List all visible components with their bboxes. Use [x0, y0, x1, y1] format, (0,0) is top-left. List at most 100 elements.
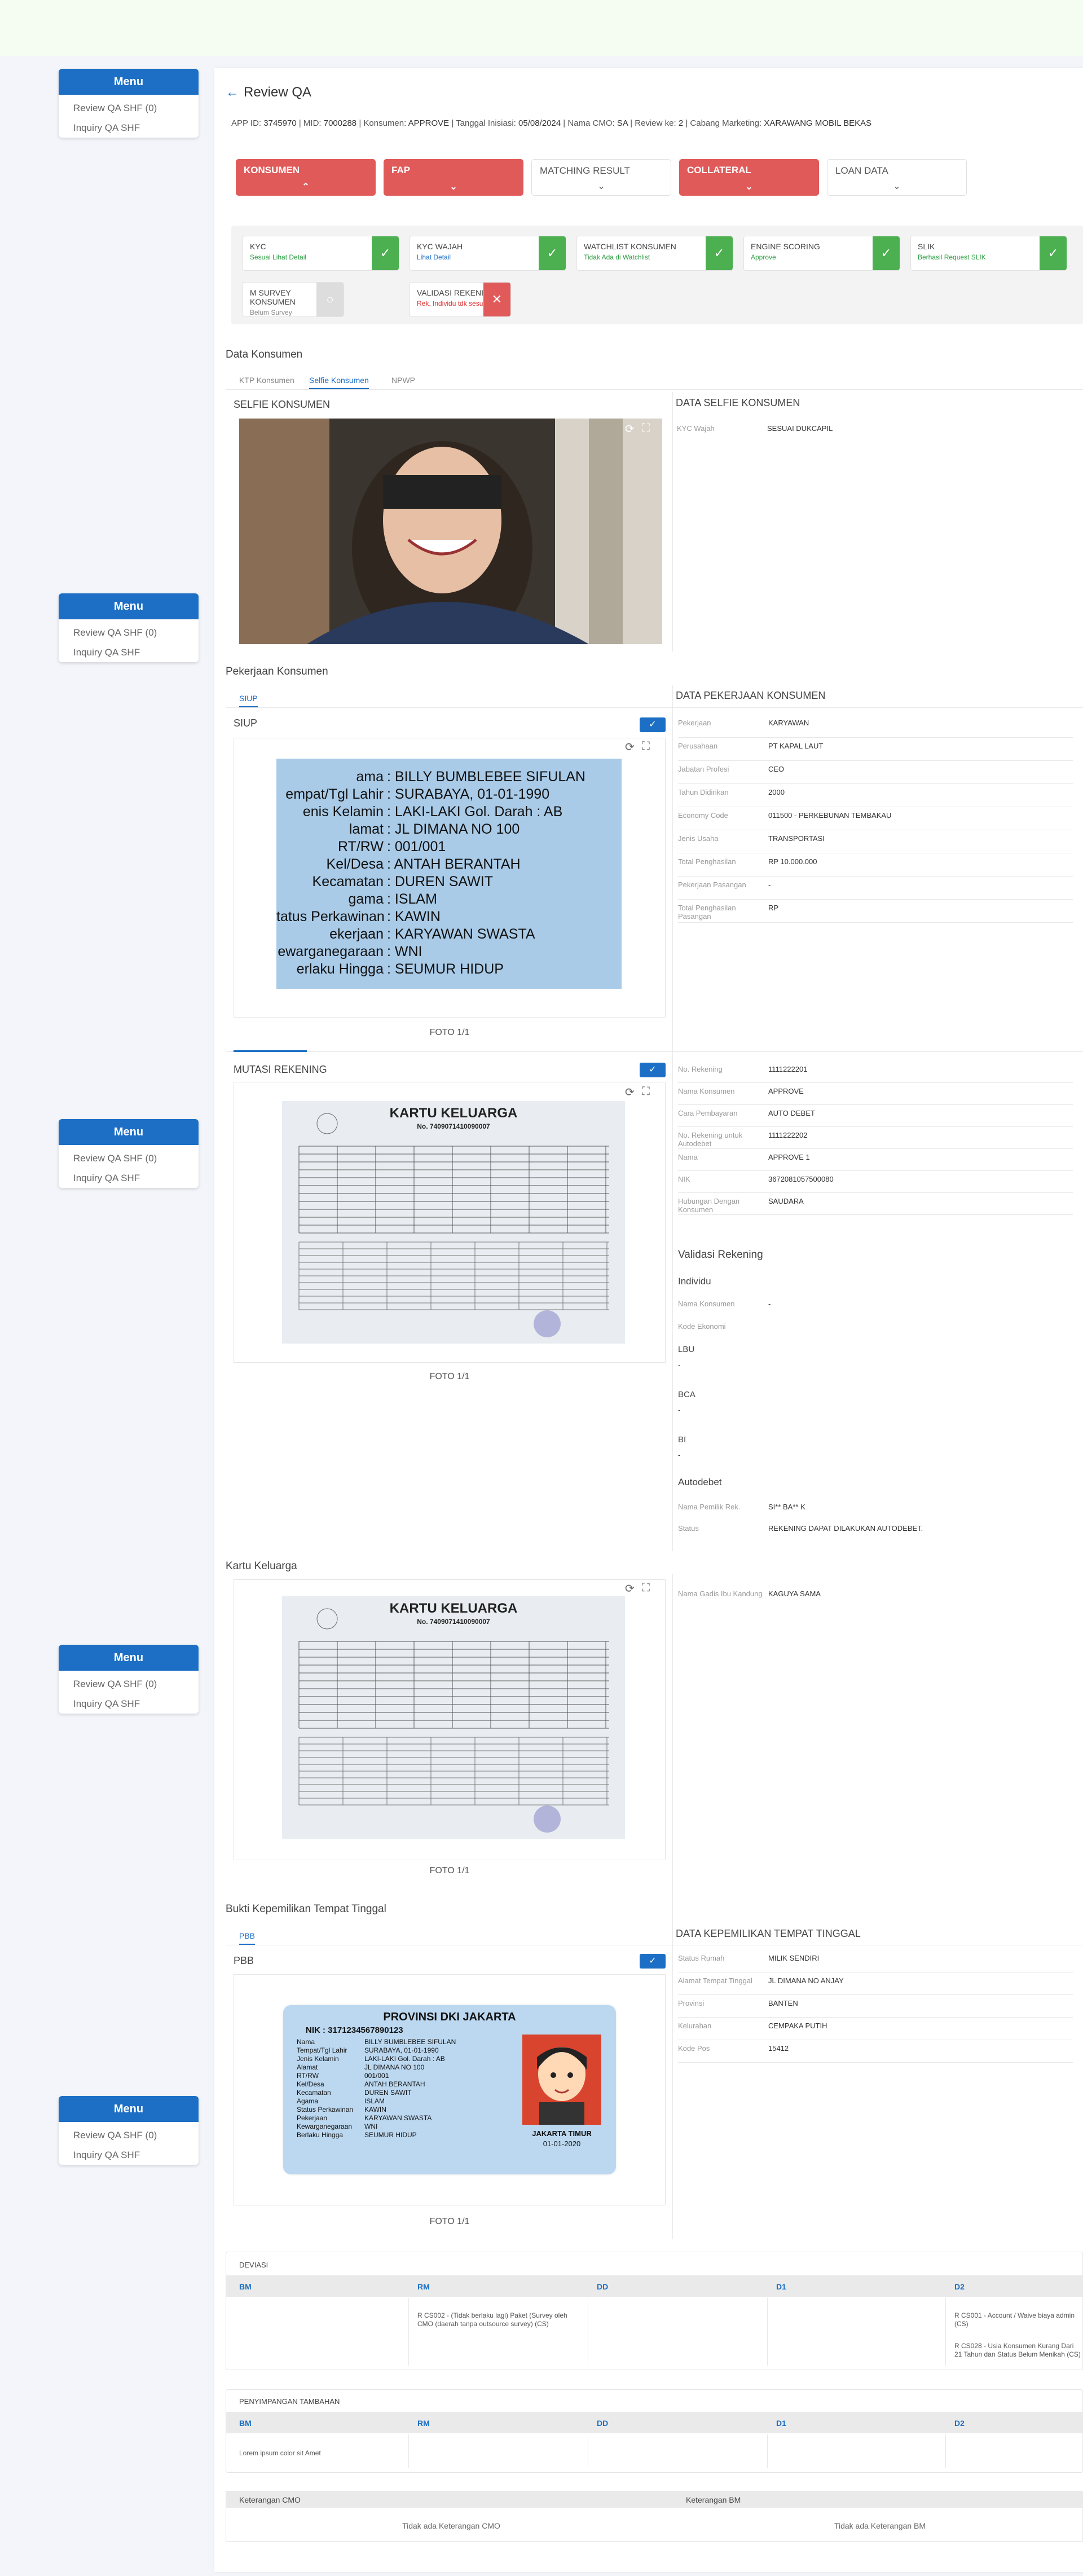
ktp-line: enis Kelamin: LAKI-LAKI Gol. Darah : AB [276, 804, 562, 820]
ktp-field-label: Kel/Desa [297, 2080, 324, 2088]
divider [678, 783, 1073, 784]
ktp-line: Status Perkawinan KAWIN [297, 2106, 386, 2113]
sidebar-item-review-qa-shf-0[interactable]: Review QA SHF (0) [73, 98, 199, 118]
kk-table-graphic [298, 1608, 609, 1833]
sidebar-item-review-qa-shf-0[interactable]: Review QA SHF (0) [73, 623, 199, 642]
info-bar: APP ID: 3745970 | MID: 7000288 | Konsume… [231, 118, 872, 128]
sidebar-item-inquiry-qa-shf[interactable]: Inquiry QA SHF [73, 642, 199, 662]
ktp-field-value: KAWIN [364, 2106, 386, 2113]
data-row: No. Rekening 1111222201 [678, 1065, 1073, 1083]
sidebar-item-review-qa-shf-0[interactable]: Review QA SHF (0) [73, 1674, 199, 1694]
field-value: PT KAPAL LAUT [768, 742, 824, 750]
ktp-field-label: Nama [297, 2038, 315, 2046]
tab-selfie-konsumen[interactable]: Selfie Konsumen [309, 376, 369, 389]
check-icon: ✓ [873, 236, 900, 270]
tab-collateral[interactable]: COLLATERAL ⌄ [679, 159, 819, 196]
deviasi-title: DEVIASI [239, 2261, 268, 2269]
ktp-field-value: : LAKI-LAKI Gol. Darah : AB [387, 804, 563, 820]
status-card-sub: Sesuai Lihat Detail [250, 253, 307, 261]
field-label: Pekerjaan [678, 719, 711, 727]
field-value: AUTO DEBET [768, 1109, 815, 1117]
status-card-kyc[interactable]: KYC Sesuai Lihat Detail ✓ [243, 236, 399, 271]
field-label: Total Penghasilan Pasangan [678, 904, 736, 921]
sidebar-item-review-qa-shf-0[interactable]: Review QA SHF (0) [73, 1148, 199, 1168]
rotate-icon[interactable]: ⟳ [625, 422, 635, 436]
sidebar-item-review-qa-shf-0[interactable]: Review QA SHF (0) [73, 2125, 199, 2145]
app-id-label: APP ID: [231, 118, 262, 128]
deviasi-d2-text: R CS028 - Usia Konsumen Kurang Dari 21 T… [954, 2342, 1081, 2358]
tab-konsumen[interactable]: KONSUMEN ⌃ [236, 159, 376, 196]
tanggal-value: 05/08/2024 [518, 118, 561, 128]
field-value: - [768, 880, 771, 889]
field-label: Total Penghasilan [678, 857, 736, 866]
status-card-m-survey-konsumen[interactable]: M SURVEY KONSUMEN Belum Survey ○ [243, 282, 344, 317]
divider [767, 2298, 768, 2366]
menu-list: Review QA SHF (0)Inquiry QA SHFHistory P… [59, 619, 199, 662]
field-label: Nama [678, 1153, 698, 1161]
status-card-validasi-rekening[interactable]: VALIDASI REKENING Rek. Individu tdk sesua… [410, 282, 511, 317]
data-row: No. Rekening untuk Autodebet 1111222202 [678, 1131, 1073, 1149]
autodebet-title: Autodebet [678, 1477, 722, 1487]
field-label: Nama Pemilik Rek. [678, 1503, 741, 1511]
tab-matching-result[interactable]: MATCHING RESULT ⌄ [531, 159, 671, 196]
field-value: RP 10.000.000 [768, 857, 817, 866]
field-value: APPROVE 1 [768, 1153, 810, 1161]
ktp-field-value: SURABAYA, 01-01-1990 [364, 2046, 439, 2054]
menu-list: Review QA SHF (0)Inquiry QA SHFHistory P… [59, 1671, 199, 1714]
status-card-watchlist-konsumen[interactable]: WATCHLIST KONSUMEN Tidak Ada di Watchlist… [576, 236, 733, 271]
data-row: Pekerjaan Pasangan - [678, 880, 1073, 900]
tab-siup[interactable]: SIUP [239, 694, 258, 707]
expand-icon[interactable]: ⛶ [642, 1085, 650, 1098]
arrow-left-icon[interactable]: ← [226, 85, 239, 100]
divider [678, 1104, 1073, 1105]
check-icon[interactable]: ✓ [640, 717, 666, 732]
penyimpangan-title: PENYIMPANGAN TAMBAHAN [239, 2397, 340, 2406]
divider [678, 1082, 1073, 1083]
ktp-line: ama: BILLY BUMBLEBEE SIFULAN [276, 769, 585, 785]
status-card-engine-scoring[interactable]: ENGINE SCORING Approve ✓ [743, 236, 900, 271]
ktp-field-value: : DUREN SAWIT [387, 874, 493, 890]
tab-ktp-konsumen[interactable]: KTP Konsumen [239, 376, 294, 385]
sidebar-item-inquiry-qa-shf[interactable]: Inquiry QA SHF [73, 2145, 199, 2165]
status-card-slik[interactable]: SLIK Berhasil Request SLIK ✓ [910, 236, 1067, 271]
tab-pbb[interactable]: PBB [239, 1931, 256, 1945]
chevron-down-icon: ⌄ [893, 182, 901, 191]
sidebar-item-inquiry-qa-shf[interactable]: Inquiry QA SHF [73, 1168, 199, 1188]
tab-label: FAP [391, 165, 411, 175]
data-row: Kelurahan CEMPAKA PUTIH [678, 2022, 1073, 2040]
field-label: Kode Ekonomi [678, 1322, 726, 1331]
status-card-sub: Approve [751, 253, 776, 261]
status-card-kyc-wajah[interactable]: KYC WAJAH Lihat Detail ✓ [410, 236, 566, 271]
rotate-icon[interactable]: ⟳ [625, 740, 635, 754]
expand-icon[interactable]: ⛶ [642, 740, 650, 753]
keterangan-cmo-value: Tidak ada Keterangan CMO [402, 2521, 500, 2530]
status-card-name: KYC [250, 242, 266, 251]
konsumen-label: Konsumen: [363, 118, 407, 128]
sidebar-item-inquiry-qa-shf[interactable]: Inquiry QA SHF [73, 1694, 199, 1714]
status-card-name: SLIK [918, 242, 935, 251]
expand-icon[interactable]: ⛶ [642, 1582, 650, 1595]
check-icon[interactable]: ✓ [640, 1954, 666, 1969]
ktp-line: Pekerjaan KARYAWAN SWASTA [297, 2114, 432, 2122]
review-value: 2 [678, 118, 684, 128]
rotate-icon[interactable]: ⟳ [625, 1085, 635, 1099]
divider [678, 1192, 1073, 1193]
kyc-wajah-value: SESUAI DUKCAPIL [767, 424, 833, 433]
divider [678, 2062, 1073, 2063]
check-icon[interactable]: ✓ [640, 1063, 666, 1077]
expand-icon[interactable]: ⛶ [642, 422, 650, 435]
ktp-field-value: : SEUMUR HIDUP [387, 961, 504, 977]
ktp-line: Kel/Desa ANTAH BERANTAH [297, 2080, 425, 2088]
bank-value: - [678, 1360, 681, 1369]
foto-counter: FOTO 1/1 [429, 2217, 470, 2226]
keterangan-bm-value: Tidak ada Keterangan BM [834, 2521, 926, 2530]
tab-loan-data[interactable]: LOAN DATA ⌄ [827, 159, 967, 196]
rotate-icon[interactable]: ⟳ [625, 1582, 635, 1596]
data-row: Nama Konsumen APPROVE [678, 1087, 1073, 1105]
ktp-field-label: Alamat [297, 2063, 318, 2071]
sidebar-item-inquiry-qa-shf[interactable]: Inquiry QA SHF [73, 118, 199, 138]
tab-npwp[interactable]: NPWP [391, 376, 415, 385]
menu-title: Menu [59, 1119, 199, 1145]
tab-fap[interactable]: FAP ⌄ [384, 159, 523, 196]
ktp-line: empat/Tgl Lahir: SURABAYA, 01-01-1990 [276, 786, 549, 803]
